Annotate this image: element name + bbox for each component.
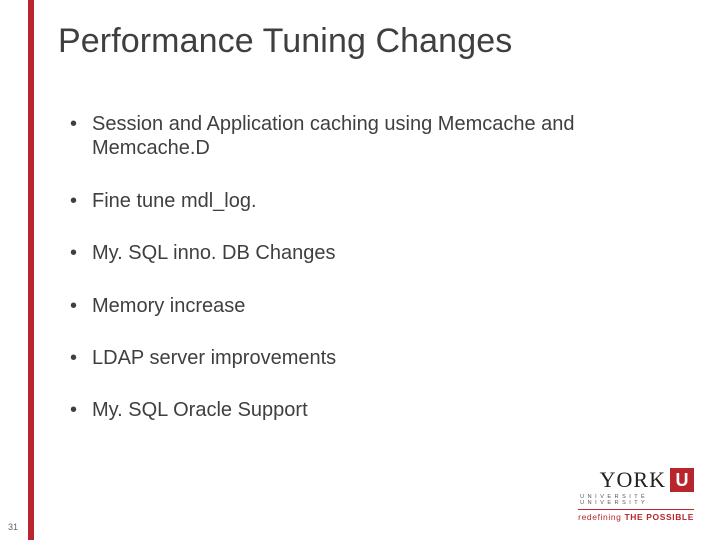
slide-content: Session and Application caching using Me… <box>66 112 680 451</box>
logo-tagline: redefining THE POSSIBLE <box>578 512 694 522</box>
list-item: Session and Application caching using Me… <box>66 112 680 161</box>
logo-u-box: U <box>670 468 694 492</box>
logo-tagline-bold: THE POSSIBLE <box>624 512 694 522</box>
bullet-list: Session and Application caching using Me… <box>66 112 680 423</box>
logo-divider <box>578 509 694 510</box>
slide-title: Performance Tuning Changes <box>58 22 512 61</box>
york-logo: YORK U U N I V E R S I T É U N I V E R S… <box>578 467 694 522</box>
logo-text: YORK <box>600 467 666 493</box>
slide: Performance Tuning Changes Session and A… <box>0 0 720 540</box>
list-item: LDAP server improvements <box>66 346 680 370</box>
list-item: Memory increase <box>66 294 680 318</box>
accent-bar <box>28 0 34 540</box>
list-item: My. SQL inno. DB Changes <box>66 241 680 265</box>
logo-top-row: YORK U <box>578 467 694 493</box>
list-item: My. SQL Oracle Support <box>66 398 680 422</box>
logo-tagline-prefix: redefining <box>578 512 624 522</box>
list-item: Fine tune mdl_log. <box>66 189 680 213</box>
page-number: 31 <box>8 522 18 532</box>
logo-subline: U N I V E R S I T É U N I V E R S I T Y <box>578 494 694 506</box>
